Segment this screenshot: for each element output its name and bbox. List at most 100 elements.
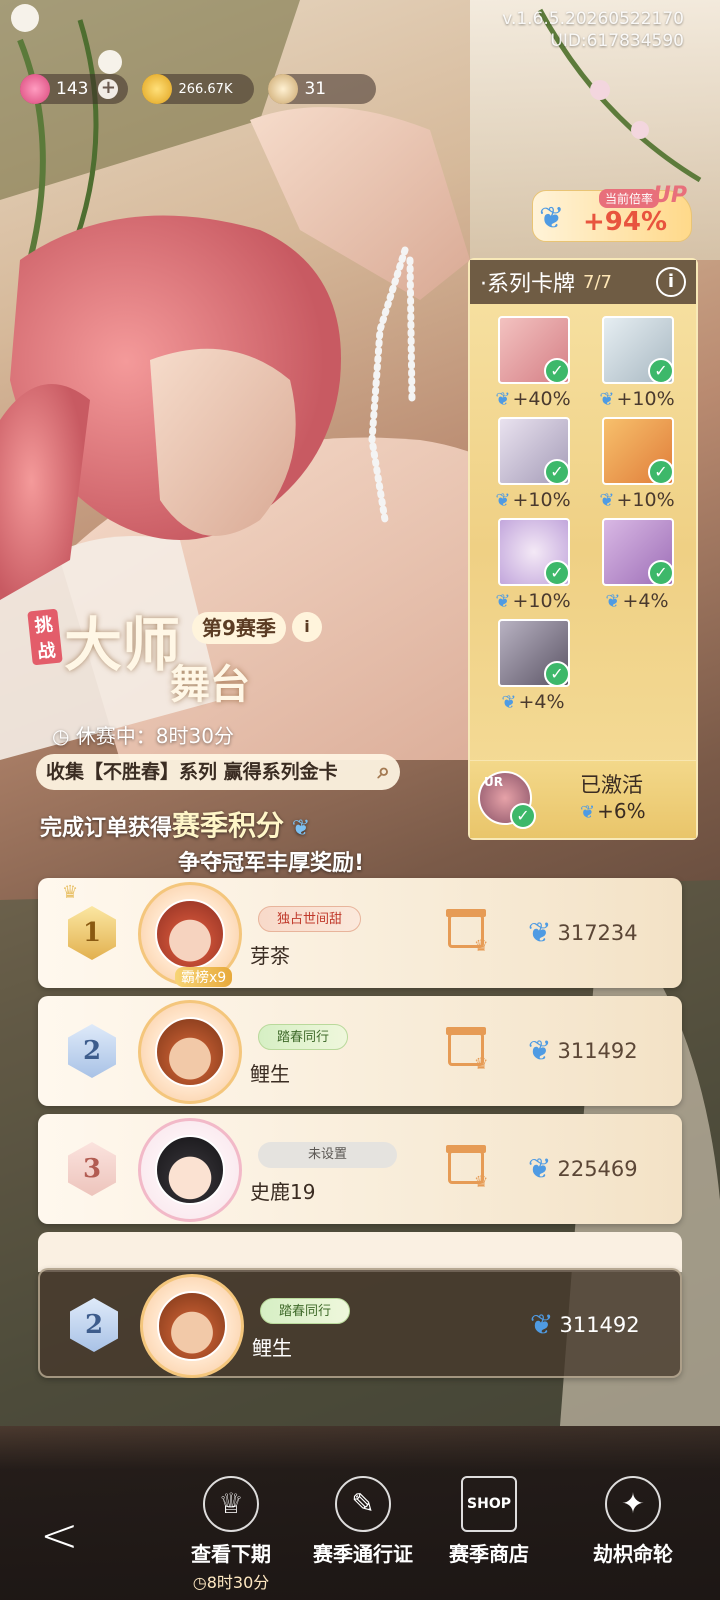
avatar-frame[interactable] — [138, 1000, 242, 1104]
score-value: 311492 — [559, 1312, 640, 1337]
rank-row[interactable]: ♛ 1 霸榜x9 独占世间甜 芽茶 ♛ ❦ 317234 — [38, 878, 682, 988]
butterfly-icon: ❦ — [291, 816, 311, 841]
event-title-line1: 大师 — [64, 611, 181, 679]
info-icon[interactable]: i — [656, 267, 686, 297]
series-card[interactable]: ✓ ❦ +10% — [588, 316, 686, 411]
clock-icon: ◷ — [192, 1573, 207, 1592]
token-counter[interactable]: 31 — [268, 74, 377, 104]
butterfly-icon: ❦ — [599, 489, 615, 511]
series-card[interactable]: ✓ ❦ +10% — [588, 417, 686, 512]
slogan-prefix: 完成订单获得 — [40, 816, 173, 841]
title-badge: 踏春同行 — [258, 1024, 349, 1050]
butterfly-icon: ❦ — [501, 691, 517, 713]
series-card[interactable]: ✓ ❦ +10% — [484, 518, 582, 613]
info-icon[interactable]: i — [292, 612, 322, 642]
rank-badge: 3 — [68, 1142, 116, 1196]
avatar-frame[interactable] — [138, 1118, 242, 1222]
activated-bonus-row: ❦ +6% — [580, 799, 646, 823]
check-icon: ✓ — [648, 459, 672, 483]
rank-row[interactable]: 2 踏春同行 鲤生 ♛ ❦ 311492 — [38, 996, 682, 1106]
rank-badge: 2 — [70, 1298, 118, 1352]
title-badge: 独占世间甜 — [258, 906, 362, 932]
crown-icon: ♛ — [62, 882, 79, 903]
butterfly-icon: ❦ — [528, 916, 552, 949]
version-info: v.1.6.5.20260522170 UID:617834590 — [502, 8, 684, 52]
series-card[interactable]: ✓ ❦ +40% — [484, 316, 582, 411]
collect-text: 收集【不胜春】系列 赢得系列金卡 — [46, 761, 338, 783]
series-card[interactable]: ✓ ❦ +4% — [484, 619, 582, 714]
series-card[interactable]: ✓ ❦ +4% — [588, 518, 686, 613]
series-card[interactable]: ✓ ❦ +10% — [484, 417, 582, 512]
slogan-highlight: 赛季积分 — [172, 809, 285, 842]
trophy-icon: ♕ — [203, 1476, 259, 1532]
card-thumbnail: ✓ — [498, 417, 570, 485]
avatar-frame[interactable] — [140, 1274, 244, 1378]
token-value: 31 — [304, 79, 327, 99]
crown-icon: ♛ — [474, 1172, 489, 1191]
gem-counter[interactable]: 143 + — [20, 74, 129, 104]
activated-bonus: +6% — [597, 799, 646, 823]
title-badge: 未设置 — [258, 1142, 398, 1168]
compass-wheel-icon: ✦ — [605, 1476, 661, 1532]
butterfly-icon: ❦ — [495, 489, 511, 511]
score: ❦ 311492 — [530, 1308, 640, 1341]
card-bonus: +40% — [512, 388, 571, 410]
card-bonus: +10% — [616, 489, 675, 511]
coin-value: 266.67K — [178, 81, 233, 97]
multiplier-badge: 当前倍率 UP ❦ +94% — [532, 183, 692, 242]
avatar — [155, 1017, 225, 1087]
card-thumbnail: ✓ — [602, 518, 674, 586]
crown-icon: ♛ — [474, 1054, 489, 1073]
avatar — [155, 1135, 225, 1205]
version-text: v.1.6.5.20260522170 — [502, 9, 684, 29]
uid-text: UID:617834590 — [550, 31, 684, 51]
back-arrow-icon[interactable]: < — [40, 1508, 79, 1562]
coin-counter[interactable]: 266.67K — [142, 74, 255, 104]
nav-sub: ◷8时30分 — [166, 1569, 296, 1593]
card-thumbnail: ✓ — [498, 316, 570, 384]
card-thumbnail: ✓ — [602, 316, 674, 384]
challenge-tag: 挑战 — [27, 608, 63, 666]
player-name: 史鹿19 — [250, 1180, 316, 1204]
check-icon: ✓ — [648, 358, 672, 382]
activated-label: 已激活 — [580, 773, 643, 797]
butterfly-icon: ❦ — [528, 1034, 552, 1067]
nav-season-pass[interactable]: ✎ 赛季通行证 — [298, 1476, 428, 1567]
butterfly-icon: ❦ — [495, 590, 511, 612]
avatar — [157, 1291, 227, 1361]
check-icon: ✓ — [544, 459, 568, 483]
magnifier-icon[interactable]: ⌕ — [378, 754, 390, 790]
slogan-line1: 完成订单获得赛季积分 ❦ — [40, 804, 310, 844]
crown-icon: ♛ — [474, 936, 489, 955]
ur-badge: UR — [484, 775, 503, 789]
avatar-frame[interactable]: 霸榜x9 — [138, 882, 242, 987]
gem-value: 143 — [56, 79, 89, 99]
add-gem-button[interactable]: + — [98, 79, 119, 99]
nav-fate-wheel[interactable]: ✦ 劫枳命轮 — [568, 1476, 698, 1567]
player-name: 鲤生 — [252, 1336, 292, 1360]
card-bonus: +10% — [512, 590, 571, 612]
check-icon: ✓ — [648, 560, 672, 584]
rank-row[interactable]: 3 未设置 史鹿19 ♛ ❦ 225469 — [38, 1114, 682, 1224]
butterfly-icon: ❦ — [530, 1308, 554, 1341]
score-value: 225469 — [557, 1156, 638, 1181]
nav-season-shop[interactable]: SHOP 赛季商店 — [424, 1476, 554, 1567]
nav-label: 赛季商店 — [449, 1542, 529, 1566]
activated-reward[interactable]: UR ✓ 已激活 ❦ +6% — [470, 760, 696, 838]
nav-label: 劫枳命轮 — [593, 1542, 673, 1566]
crown-badge: 霸榜x9 — [175, 967, 233, 987]
butterfly-icon: ❦ — [495, 388, 511, 410]
collect-banner[interactable]: 收集【不胜春】系列 赢得系列金卡 ⌕ — [36, 754, 400, 790]
card-grid: ✓ ❦+40% ✓ ❦+10% ✓ ❦+10% ✓ ❦+10% ✓ ❦ — [484, 316, 686, 714]
butterfly-icon: ❦ — [580, 802, 596, 823]
series-card-count: 7/7 — [583, 271, 612, 293]
title-badge: 踏春同行 — [260, 1298, 351, 1324]
nav-next-season[interactable]: ♕ 查看下期 ◷8时30分 — [166, 1476, 296, 1593]
butterfly-icon: ❦ — [528, 1152, 552, 1185]
ur-card: UR ✓ — [478, 771, 536, 829]
my-rank-row[interactable]: 2 踏春同行 鲤生 ❦ 311492 — [38, 1268, 682, 1378]
gem-icon — [20, 74, 50, 104]
slogan-line2: 争夺冠军丰厚奖励! — [178, 851, 365, 876]
avatar — [155, 899, 225, 969]
score: ❦ 311492 — [528, 1034, 638, 1067]
